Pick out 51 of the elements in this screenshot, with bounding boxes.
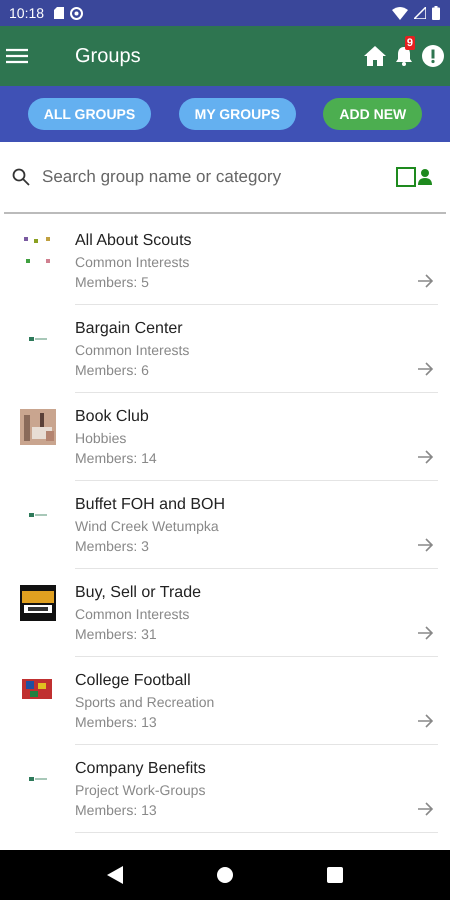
sync-icon [70,6,84,20]
group-category: Hobbies [75,429,126,448]
group-category: Common Interests [75,253,190,272]
member-count: Members: 31 [75,625,157,644]
home-circle-icon[interactable] [217,867,233,883]
arrow-right-icon[interactable] [418,538,434,552]
alert-icon[interactable] [422,45,444,67]
member-count: Members: 13 [75,801,157,820]
group-list-item[interactable]: Buffet FOH and BOH Wind Creek Wetumpka Members: 3 [0,488,450,576]
home-icon[interactable] [364,46,386,66]
menu-icon[interactable] [6,48,28,64]
member-count: Members: 13 [75,713,157,732]
arrow-right-icon[interactable] [418,714,434,728]
group-list-item[interactable]: All About Scouts Common Interests Members: 5 [0,224,450,312]
member-count: Members: 5 [75,273,149,292]
group-name: Buy, Sell or Trade [75,583,201,603]
sd-card-icon [54,7,64,19]
group-category: Project Work-Groups [75,781,206,800]
battery-icon [432,6,440,20]
bell-icon[interactable] [395,46,413,66]
group-name: College Football [75,671,191,691]
group-name: Company Benefits [75,759,206,779]
group-list-item[interactable]: Book Club Hobbies Members: 14 [0,400,450,488]
group-name: All About Scouts [75,231,192,251]
group-category: Wind Creek Wetumpka [75,517,219,536]
arrow-right-icon[interactable] [418,626,434,640]
member-count: Members: 3 [75,537,149,556]
signal-icon [414,7,426,19]
group-list-item[interactable]: Bargain Center Common Interests Members: 6 [0,312,450,400]
search-icon [12,168,30,186]
member-count: Members: 14 [75,449,157,468]
group-list-item[interactable]: College Football Sports and Recreation Members: 13 [0,664,450,752]
group-category: Common Interests [75,341,190,360]
arrow-right-icon[interactable] [418,274,434,288]
group-list-item[interactable]: Company Benefits Project Work-Groups Members: 13 [0,752,450,840]
group-name: Bargain Center [75,319,183,339]
notification-badge: 9 [404,36,415,50]
group-name: Book Club [75,407,149,427]
group-list-item[interactable]: Buy, Sell or Trade Common Interests Members: 31 [0,576,450,664]
arrow-right-icon[interactable] [418,362,434,376]
back-icon[interactable] [107,866,123,884]
clock: 10:18 [9,5,44,21]
member-count: Members: 6 [75,361,149,380]
arrow-right-icon[interactable] [418,450,434,464]
arrow-right-icon[interactable] [418,802,434,816]
wifi-icon [392,6,408,20]
group-category: Common Interests [75,605,190,624]
group-name: Buffet FOH and BOH [75,495,225,515]
screen-title: Groups [75,44,141,68]
member-filter-icon[interactable] [396,167,434,187]
group-category: Sports and Recreation [75,693,214,712]
